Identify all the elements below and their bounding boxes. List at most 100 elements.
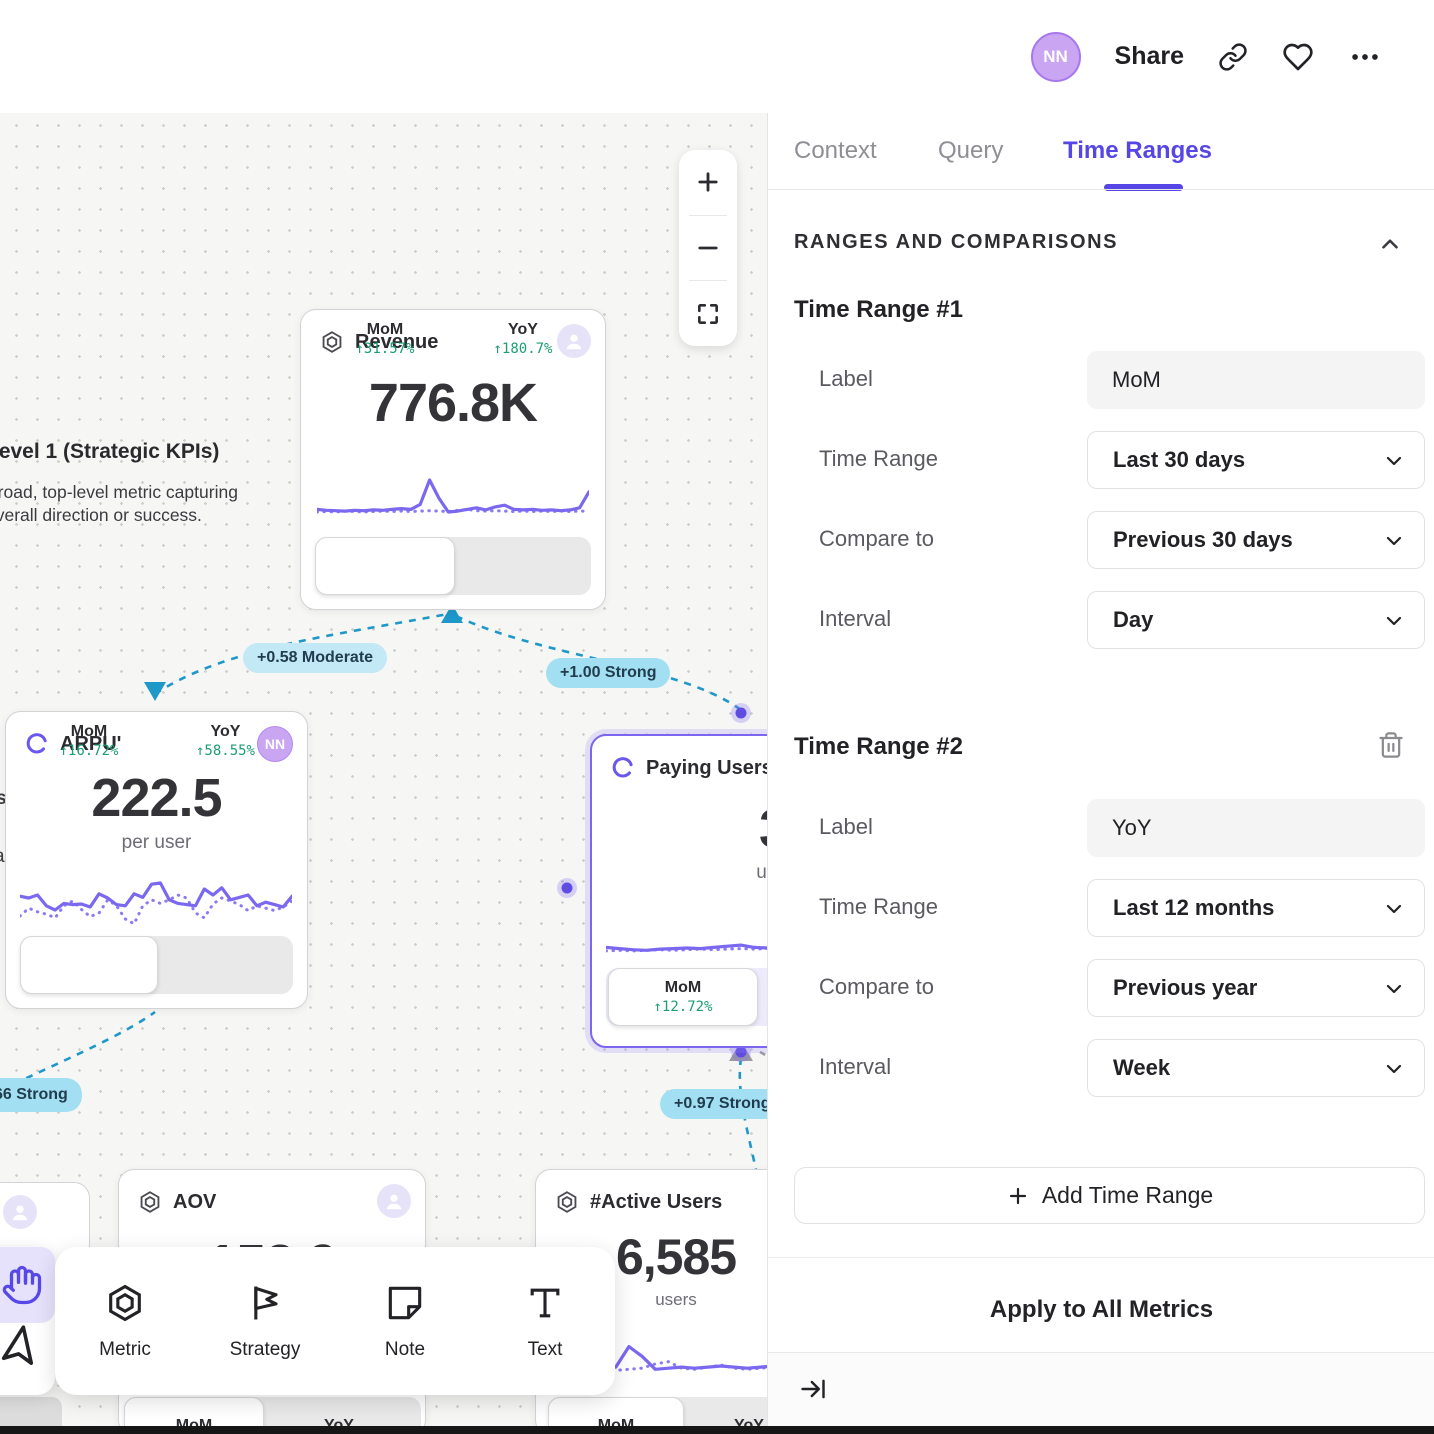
time-range-select[interactable]: Last 30 days bbox=[1087, 431, 1425, 489]
pointer-tool-button[interactable] bbox=[0, 1333, 28, 1381]
field-label: Compare to bbox=[819, 526, 934, 552]
note-icon bbox=[383, 1281, 427, 1325]
metric-unit: users bbox=[652, 862, 768, 884]
add-time-range-button[interactable]: Add Time Range bbox=[794, 1167, 1425, 1224]
time-range-select[interactable]: Last 12 months bbox=[1087, 879, 1425, 937]
toggle-pill-active[interactable] bbox=[315, 537, 455, 595]
pointer-tool-icon bbox=[0, 1333, 28, 1381]
card-title: #Active Users bbox=[590, 1191, 722, 1214]
owner-avatar-icon bbox=[377, 1184, 411, 1218]
toggle-percent: ↑58.55% bbox=[196, 742, 255, 760]
card-title: Paying Users' bbox=[646, 757, 768, 780]
chevron-down-icon bbox=[1382, 529, 1406, 553]
interval-select[interactable]: Day bbox=[1087, 591, 1425, 649]
tool-metric[interactable]: Metric bbox=[55, 1247, 195, 1395]
sparkline bbox=[20, 864, 292, 936]
hexagon-icon bbox=[137, 1189, 163, 1215]
tool-text[interactable]: Text bbox=[475, 1247, 615, 1395]
tool-note[interactable]: Note bbox=[335, 1247, 475, 1395]
toggle-label[interactable]: MoM bbox=[71, 722, 107, 742]
card-title: AOV bbox=[173, 1191, 216, 1214]
metric-card-revenue[interactable]: Revenue 776.8K MoM ↑31.57% YoY ↑180.7% bbox=[300, 309, 606, 610]
toggle-label[interactable]: YoY bbox=[508, 320, 538, 340]
chevron-down-icon bbox=[1382, 449, 1406, 473]
group-annotation-description: Broad, top-level metric capturing overal… bbox=[0, 481, 250, 527]
sparkline bbox=[606, 894, 768, 964]
spinner-icon bbox=[610, 755, 636, 781]
delete-time-range-icon[interactable] bbox=[1377, 731, 1405, 759]
tool-label: Text bbox=[528, 1339, 563, 1361]
toggle-percent: ↑12.72% bbox=[653, 998, 712, 1016]
share-button[interactable]: Share bbox=[1115, 42, 1184, 71]
metric-value: 222.5 bbox=[6, 767, 307, 829]
toggle-label[interactable]: MoM bbox=[665, 978, 701, 998]
metric-value: 776.8K bbox=[301, 372, 605, 434]
tool-strategy[interactable]: Strategy bbox=[195, 1247, 335, 1395]
metric-unit: per user bbox=[6, 832, 307, 854]
sparkline bbox=[317, 468, 589, 522]
field-label: Interval bbox=[819, 1054, 891, 1080]
tab-context[interactable]: Context bbox=[794, 113, 877, 189]
chevron-down-icon bbox=[1382, 609, 1406, 633]
inspector-panel: Context Query Time Ranges RANGES AND COM… bbox=[767, 113, 1434, 1434]
toggle-percent: ↑31.57% bbox=[355, 340, 414, 358]
flag-icon bbox=[243, 1281, 287, 1325]
compare-to-select[interactable]: Previous year bbox=[1087, 959, 1425, 1017]
field-label: Time Range bbox=[819, 446, 938, 472]
tool-label: Strategy bbox=[230, 1339, 301, 1361]
app-root: +0.58 Moderate +1.00 Strong +0.97 Strong… bbox=[0, 0, 1434, 1434]
label-input[interactable]: YoY bbox=[1087, 799, 1425, 857]
correlation-label[interactable]: +0.58 Moderate bbox=[243, 643, 387, 673]
tab-time-ranges[interactable]: Time Ranges bbox=[1063, 113, 1212, 189]
hexagon-icon bbox=[554, 1189, 580, 1215]
toggle-pill-active[interactable] bbox=[20, 936, 158, 994]
user-avatar[interactable]: NN bbox=[1031, 32, 1081, 82]
label-input[interactable]: MoM bbox=[1087, 351, 1425, 409]
apply-to-all-metrics-button[interactable]: Apply to All Metrics bbox=[768, 1296, 1434, 1324]
canvas-zoom-controls bbox=[679, 150, 737, 346]
hand-tool-icon bbox=[1, 1264, 43, 1306]
metric-card-paying-users[interactable]: Paying Users' 3,49 users MoM ↑12.72% bbox=[590, 734, 768, 1048]
collapse-panel-icon[interactable] bbox=[799, 1375, 827, 1403]
group-annotation-title: Level 1 (Strategic KPIs) bbox=[0, 440, 219, 464]
metric-card-arpu[interactable]: ARPU' NN 222.5 per user MoM ↑16.72% YoY … bbox=[5, 711, 308, 1009]
plus-icon bbox=[1006, 1184, 1030, 1208]
app-header: NN Share bbox=[0, 0, 1434, 113]
chevron-down-icon bbox=[1382, 1057, 1406, 1081]
creation-toolbar: Metric Strategy Note Text bbox=[55, 1247, 615, 1395]
field-label: Time Range bbox=[819, 894, 938, 920]
correlation-label[interactable]: 66 Strong bbox=[0, 1078, 82, 1112]
fit-view-icon[interactable] bbox=[679, 281, 737, 346]
zoom-out-icon[interactable] bbox=[679, 216, 737, 281]
zoom-in-icon[interactable] bbox=[679, 150, 737, 215]
chevron-down-icon bbox=[1382, 897, 1406, 921]
tab-query[interactable]: Query bbox=[938, 113, 1003, 189]
time-range-2-title: Time Range #2 bbox=[794, 733, 963, 761]
tool-label: Note bbox=[385, 1339, 425, 1361]
chevron-up-icon[interactable] bbox=[1377, 231, 1403, 257]
time-range-1-title: Time Range #1 bbox=[794, 296, 963, 324]
text-icon bbox=[523, 1281, 567, 1325]
correlation-label[interactable]: +0.97 Strong bbox=[660, 1089, 768, 1119]
toggle-percent: ↑180.7% bbox=[493, 340, 552, 358]
correlation-label[interactable]: +1.00 Strong bbox=[546, 658, 670, 688]
panel-footer bbox=[768, 1352, 1434, 1427]
chevron-down-icon bbox=[1382, 977, 1406, 1001]
field-label: Compare to bbox=[819, 974, 934, 1000]
clipped-text-fragment: a bbox=[0, 846, 5, 868]
metric-tree-canvas[interactable]: +0.58 Moderate +1.00 Strong +0.97 Strong… bbox=[0, 0, 768, 1434]
field-label: Label bbox=[819, 366, 873, 392]
compare-to-select[interactable]: Previous 30 days bbox=[1087, 511, 1425, 569]
copy-link-icon[interactable] bbox=[1218, 42, 1248, 72]
field-label: Interval bbox=[819, 606, 891, 632]
favorite-heart-icon[interactable] bbox=[1282, 41, 1314, 73]
hand-tool-button[interactable] bbox=[0, 1247, 55, 1323]
toggle-label[interactable]: YoY bbox=[211, 722, 241, 742]
toggle-label[interactable]: MoM bbox=[367, 320, 403, 340]
hexagon-icon bbox=[103, 1281, 147, 1325]
owner-avatar-icon bbox=[3, 1195, 37, 1229]
tool-label: Metric bbox=[99, 1339, 151, 1361]
more-options-icon[interactable] bbox=[1348, 40, 1382, 74]
toggle-percent: ↑16.72% bbox=[59, 742, 118, 760]
interval-select[interactable]: Week bbox=[1087, 1039, 1425, 1097]
